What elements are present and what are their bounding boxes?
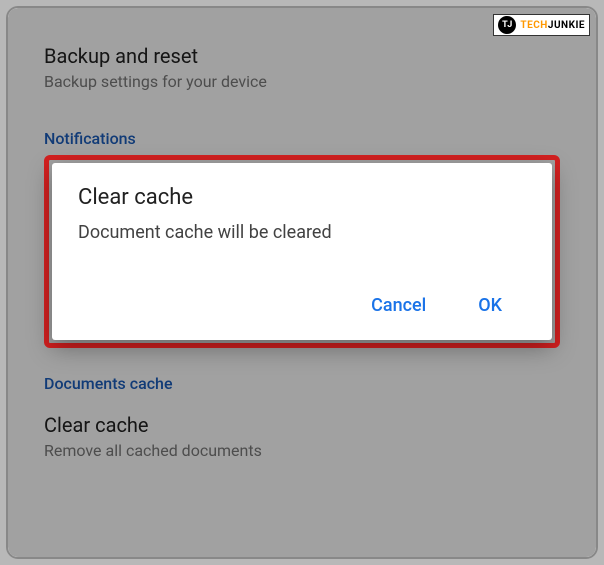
dialog-actions: Cancel OK (78, 291, 526, 326)
clear-cache-dialog: Clear cache Document cache will be clear… (52, 163, 552, 340)
screenshot-frame: TECHJUNKIE Backup and reset Backup setti… (6, 6, 598, 559)
dialog-message: Document cache will be cleared (78, 222, 526, 243)
dialog-highlight-frame: Clear cache Document cache will be clear… (44, 155, 560, 348)
watermark-text: TECHJUNKIE (520, 20, 585, 31)
ok-button[interactable]: OK (472, 291, 508, 320)
cancel-button[interactable]: Cancel (365, 291, 432, 320)
dialog-title: Clear cache (78, 185, 526, 210)
techjunkie-logo-icon (498, 16, 516, 34)
watermark-badge: TECHJUNKIE (493, 14, 590, 36)
